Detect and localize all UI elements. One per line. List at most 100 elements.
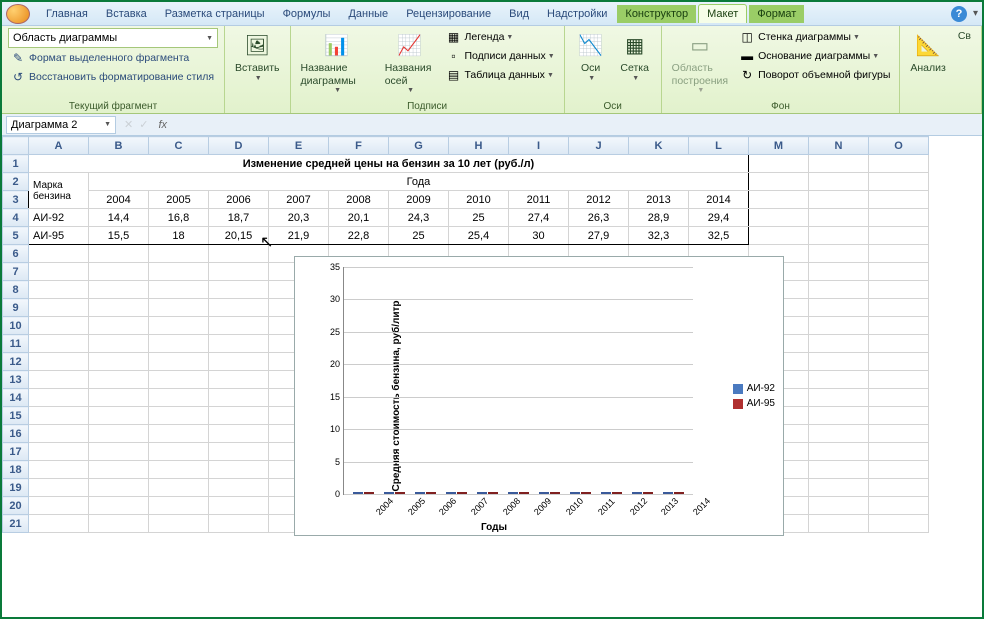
cell[interactable]: 20,3 [269,209,329,227]
cell[interactable] [869,407,929,425]
cell[interactable]: 28,9 [629,209,689,227]
cell[interactable] [209,479,269,497]
cell[interactable] [89,443,149,461]
cell[interactable]: 21,9 [269,227,329,245]
minimize-ribbon-icon[interactable]: ▾ [973,8,978,19]
cell[interactable] [209,461,269,479]
cell[interactable]: АИ-92 [29,209,89,227]
cell[interactable] [809,497,869,515]
cell[interactable]: 2006 [209,191,269,209]
cell[interactable] [29,443,89,461]
cell[interactable] [29,317,89,335]
cell[interactable]: 25 [449,209,509,227]
cell[interactable] [869,515,929,533]
cell[interactable] [29,281,89,299]
cell[interactable] [89,245,149,263]
cell[interactable] [89,407,149,425]
cell[interactable] [89,371,149,389]
cell[interactable] [809,407,869,425]
cell[interactable] [149,497,209,515]
cell[interactable]: 2010 [449,191,509,209]
format-selection-button[interactable]: ✎ Формат выделенного фрагмента [8,49,218,67]
column-header[interactable]: A [29,137,89,155]
cell[interactable] [89,479,149,497]
chart-wall-button[interactable]: ◫Стенка диаграммы▼ [736,28,893,46]
column-header[interactable]: G [389,137,449,155]
help-icon[interactable]: ? [951,6,967,22]
gridlines-button[interactable]: ▦Сетка▼ [615,28,655,85]
cell[interactable] [209,425,269,443]
row-header[interactable]: 21 [3,515,29,533]
cell[interactable] [29,515,89,533]
column-header[interactable]: E [269,137,329,155]
column-header[interactable]: L [689,137,749,155]
axes-button[interactable]: 📉Оси▼ [571,28,611,85]
row-header[interactable]: 16 [3,425,29,443]
cell[interactable] [29,371,89,389]
menu-tab[interactable]: Вставка [98,5,155,23]
cell[interactable] [809,443,869,461]
cell[interactable]: 20,1 [329,209,389,227]
cell[interactable] [749,155,809,173]
cell[interactable] [209,407,269,425]
cell[interactable] [29,389,89,407]
enter-icon[interactable]: ✓ [139,118,148,131]
cell[interactable] [149,461,209,479]
cell[interactable] [869,155,929,173]
cell[interactable]: 14,4 [89,209,149,227]
row-header[interactable]: 17 [3,443,29,461]
cell[interactable]: 18,7 [209,209,269,227]
name-box[interactable]: Диаграмма 2 ▼ [6,116,116,134]
cell[interactable]: 16,8 [149,209,209,227]
cell[interactable] [869,227,929,245]
column-header[interactable]: N [809,137,869,155]
cell[interactable] [749,209,809,227]
menu-tab[interactable]: Данные [340,5,396,23]
cell[interactable] [149,515,209,533]
cell[interactable]: 32,5 [689,227,749,245]
context-tab[interactable]: Формат [749,5,804,23]
row-header[interactable]: 1 [3,155,29,173]
cell[interactable]: 25,4 [449,227,509,245]
cancel-icon[interactable]: ✕ [124,118,133,131]
cell[interactable] [809,281,869,299]
column-header[interactable]: D [209,137,269,155]
chart-title-button[interactable]: 📊 Название диаграммы ▼ [297,28,377,98]
cell[interactable]: Марка бензина [29,173,89,209]
cell[interactable] [209,497,269,515]
legend-item[interactable]: АИ-95 [733,398,775,409]
cell[interactable] [869,389,929,407]
cell[interactable] [149,245,209,263]
cell[interactable] [869,209,929,227]
cell[interactable]: 2004 [89,191,149,209]
cell[interactable] [29,263,89,281]
cell[interactable] [149,371,209,389]
cell[interactable] [869,479,929,497]
cell[interactable] [149,263,209,281]
cell[interactable] [209,443,269,461]
cell[interactable] [809,353,869,371]
row-header[interactable]: 10 [3,317,29,335]
cell[interactable] [89,497,149,515]
cell[interactable] [29,245,89,263]
cell[interactable] [89,317,149,335]
context-tab[interactable]: Конструктор [617,5,696,23]
cell[interactable] [869,425,929,443]
cell[interactable] [749,227,809,245]
cell[interactable] [29,461,89,479]
cell[interactable] [209,335,269,353]
cell[interactable]: 2005 [149,191,209,209]
cell[interactable]: 24,3 [389,209,449,227]
cell[interactable] [809,245,869,263]
cell[interactable]: 2012 [569,191,629,209]
cell[interactable] [89,281,149,299]
cell[interactable]: 15,5 [89,227,149,245]
cell[interactable] [869,335,929,353]
plot-area[interactable]: 0510152025303520042005200620072008200920… [343,267,693,495]
column-header[interactable]: B [89,137,149,155]
row-header[interactable]: 7 [3,263,29,281]
cell[interactable] [209,515,269,533]
fx-button[interactable]: fx [152,119,173,131]
cell[interactable] [869,353,929,371]
cell[interactable] [149,353,209,371]
